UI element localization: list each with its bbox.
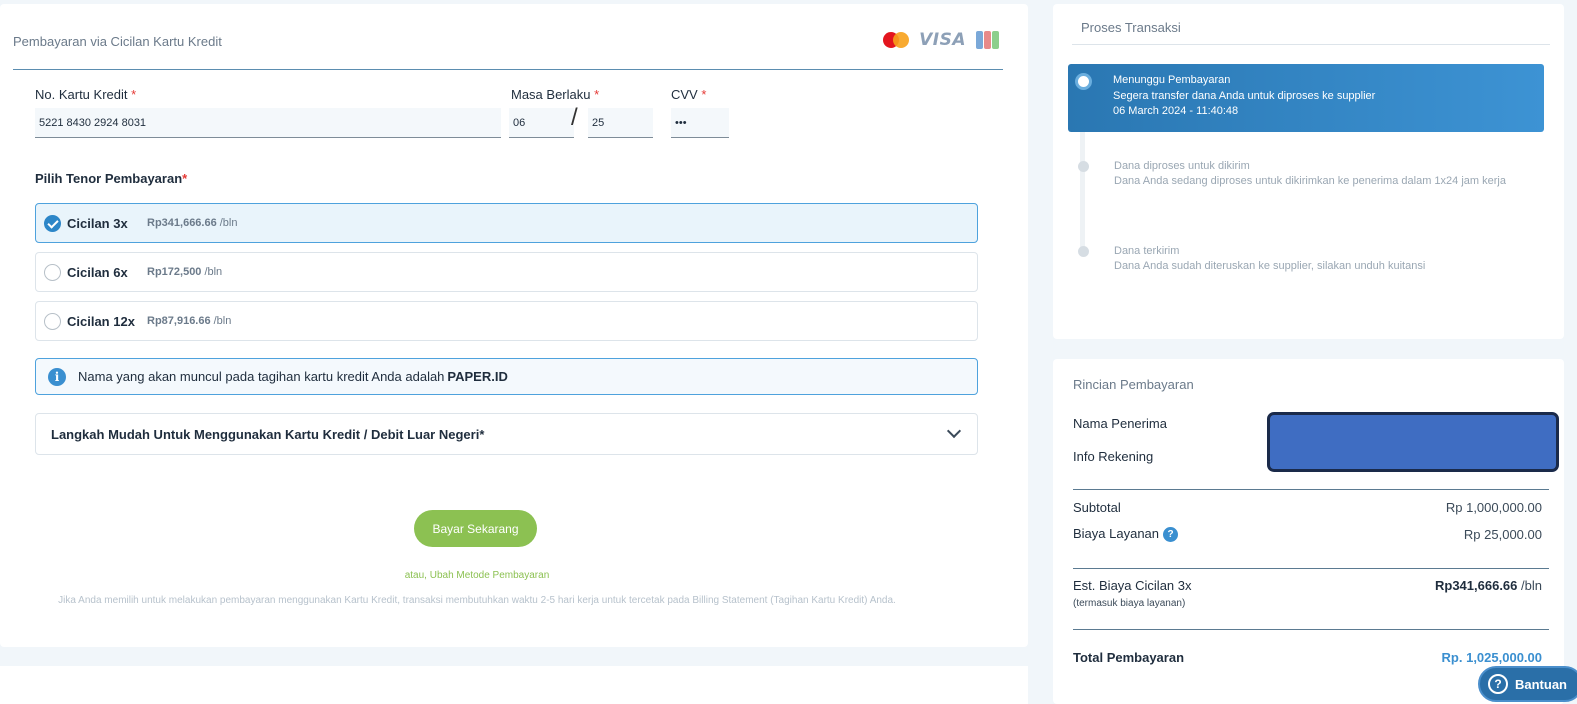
payment-header: Pembayaran via Cicilan Kartu Kredit VISA xyxy=(13,28,1003,70)
installment-estimate-label: Est. Biaya Cicilan 3x xyxy=(1073,578,1192,593)
payment-method-title: Pembayaran via Cicilan Kartu Kredit xyxy=(13,34,222,49)
tenor-unit: /bln xyxy=(219,217,238,229)
question-icon: ? xyxy=(1488,674,1508,694)
subtotal-label: Subtotal xyxy=(1073,500,1121,515)
tenor-option-6x[interactable]: Cicilan 6x Rp172,500 /bln xyxy=(35,252,978,292)
tenor-option-12x[interactable]: Cicilan 12x Rp87,916.66 /bln xyxy=(35,301,978,341)
mastercard-logo-icon xyxy=(883,32,910,48)
tenor-price: Rp341,666.66 xyxy=(147,217,217,229)
help-icon[interactable]: ? xyxy=(1163,527,1179,543)
recipient-label: Nama Penerima xyxy=(1073,416,1167,431)
radio-icon[interactable] xyxy=(44,312,61,330)
radio-checked-icon[interactable] xyxy=(44,214,61,232)
card-number-input[interactable]: 5221 8430 2924 8031 xyxy=(35,108,501,138)
total-label: Total Pembayaran xyxy=(1073,650,1185,665)
divider xyxy=(1073,489,1549,490)
cvv-label: CVV * xyxy=(671,87,707,102)
expiry-separator: / xyxy=(571,104,578,131)
step-dot-icon xyxy=(1078,246,1089,257)
step-title: Dana terkirim xyxy=(1114,245,1180,257)
tenor-title: Pilih Tenor Pembayaran* xyxy=(35,171,188,186)
tenor-price: Rp172,500 xyxy=(147,266,202,278)
change-payment-method-link[interactable]: atau, Ubah Metode Pembayaran xyxy=(0,570,954,581)
step-title: Dana diproses untuk dikirim xyxy=(1114,160,1250,172)
step-connector xyxy=(1080,132,1085,252)
jcb-logo-icon xyxy=(976,31,999,49)
installment-estimate-value: Rp341,666.66 /bln xyxy=(1435,578,1542,593)
tenor-option-3x[interactable]: Cicilan 3x Rp341,666.66 /bln xyxy=(35,203,978,243)
redacted-recipient-info xyxy=(1267,412,1559,472)
step-desc: Segera transfer dana Anda untuk diproses… xyxy=(1113,90,1376,102)
cvv-input[interactable]: ••• xyxy=(671,108,729,138)
divider xyxy=(1073,629,1549,630)
expiry-month-input[interactable]: 06 xyxy=(509,108,574,138)
chevron-down-icon[interactable] xyxy=(946,423,962,439)
service-fee-value: Rp 25,000.00 xyxy=(1463,527,1542,542)
tenor-label: Cicilan 3x xyxy=(67,215,128,231)
card-logos: VISA xyxy=(883,30,999,50)
help-label: Bantuan xyxy=(1515,676,1567,692)
accordion-label: Langkah Mudah Untuk Menggunakan Kartu Kr… xyxy=(51,426,485,442)
expiry-label: Masa Berlaku * xyxy=(511,87,600,102)
info-brand: PAPER.ID xyxy=(447,369,508,384)
installment-estimate-note: (termasuk biaya layanan) xyxy=(1073,598,1186,609)
secondary-card xyxy=(0,666,1028,704)
divider xyxy=(1073,568,1549,569)
info-text: Nama yang akan muncul pada tagihan kartu… xyxy=(78,369,445,384)
step-dot-icon xyxy=(1078,161,1089,172)
card-number-label: No. Kartu Kredit * xyxy=(35,87,137,102)
summary-title: Rincian Pembayaran xyxy=(1073,377,1194,392)
help-button[interactable]: ? Bantuan xyxy=(1478,666,1577,702)
tenor-price: Rp87,916.66 xyxy=(147,315,211,327)
info-icon: i xyxy=(48,367,66,386)
step-desc: Dana Anda sedang diproses untuk dikirimk… xyxy=(1114,175,1506,187)
tenor-unit: /bln xyxy=(213,315,232,327)
pay-now-button[interactable]: Bayar Sekarang xyxy=(414,510,537,547)
billing-name-info: i Nama yang akan muncul pada tagihan kar… xyxy=(35,358,978,395)
step-title: Menunggu Pembayaran xyxy=(1113,74,1231,86)
secondary-card-peek xyxy=(282,694,372,704)
visa-logo-icon: VISA xyxy=(919,30,966,50)
tenor-label: Cicilan 12x xyxy=(67,313,135,329)
step-time: 06 March 2024 - 11:40:48 xyxy=(1113,105,1239,117)
process-title: Proses Transaksi xyxy=(1081,20,1181,35)
step-active-dot-icon xyxy=(1075,73,1092,90)
expiry-year-input[interactable]: 25 xyxy=(588,108,653,138)
radio-icon[interactable] xyxy=(44,263,61,281)
step-desc: Dana Anda sudah diteruskan ke supplier, … xyxy=(1114,260,1426,272)
divider xyxy=(1072,44,1550,45)
credit-card-note: Jika Anda memilih untuk melakukan pembay… xyxy=(58,595,896,606)
step-waiting-payment: Menunggu Pembayaran Segera transfer dana… xyxy=(1068,64,1544,132)
tenor-label: Cicilan 6x xyxy=(67,264,128,280)
guide-accordion[interactable]: Langkah Mudah Untuk Menggunakan Kartu Kr… xyxy=(35,413,978,455)
account-label: Info Rekening xyxy=(1073,449,1154,464)
subtotal-value: Rp 1,000,000.00 xyxy=(1445,500,1542,515)
service-fee-label: Biaya Layanan? xyxy=(1073,526,1179,543)
tenor-unit: /bln xyxy=(204,266,223,278)
total-value: Rp. 1,025,000.00 xyxy=(1441,650,1542,665)
